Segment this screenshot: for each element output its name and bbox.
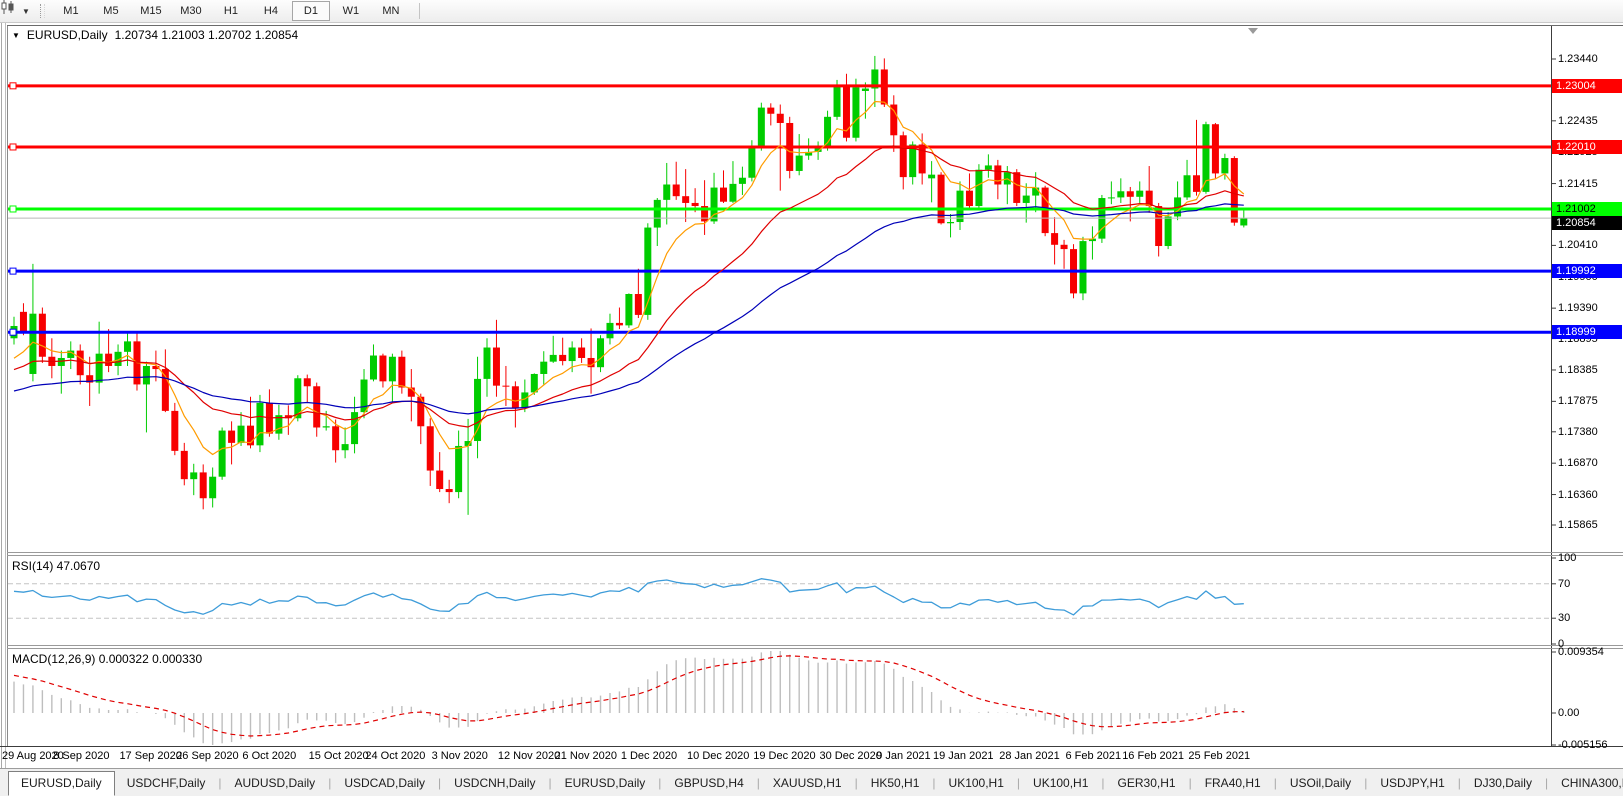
chart-tab-uk100-h1[interactable]: UK100,H1	[937, 772, 1016, 794]
chart-symbol-period: EURUSD,Daily	[26, 28, 108, 42]
timeframe-button-w1[interactable]: W1	[332, 1, 370, 21]
chart-tab-gbpusd-h4[interactable]: GBPUSD,H4	[662, 772, 755, 794]
chart-tab-ger30-h1[interactable]: GER30,H1	[1106, 772, 1188, 794]
chart-tab-fra40-h1[interactable]: FRA40,H1	[1193, 772, 1273, 794]
chart-type-dropdown-caret[interactable]: ▼	[22, 7, 30, 16]
timeframe-button-m1[interactable]: M1	[52, 1, 90, 21]
chart-tab-usoil-daily[interactable]: USOil,Daily	[1278, 772, 1363, 794]
timeframe-button-group: M1 M5 M15 M30 H1 H4 D1 W1 MN	[51, 1, 411, 21]
chart-tab-xauusd-h1[interactable]: XAUUSD,H1	[761, 772, 854, 794]
chart-ohlc-values: 1.20734 1.21003 1.20702 1.20854	[114, 28, 299, 42]
chart-tab-china300-h1[interactable]: CHINA300,H1	[1549, 772, 1623, 794]
timeframe-button-h4[interactable]: H4	[252, 1, 290, 21]
timeframe-button-d1[interactable]: D1	[291, 1, 330, 21]
chart-tab-usdjpy-h1[interactable]: USDJPY,H1	[1368, 772, 1456, 794]
chart-tab-eurusd-daily[interactable]: EURUSD,Daily	[8, 770, 115, 796]
chart-tab-uk100-h1[interactable]: UK100,H1	[1021, 772, 1100, 794]
timeframe-button-h1[interactable]: H1	[212, 1, 250, 21]
timeframe-button-m5[interactable]: M5	[92, 1, 130, 21]
chart-tab-audusd-daily[interactable]: AUDUSD,Daily	[223, 772, 328, 794]
chart-tab-hk50-h1[interactable]: HK50,H1	[859, 772, 932, 794]
toolbar: ▼ M1 M5 M15 M30 H1 H4 D1 W1 MN	[0, 0, 1623, 23]
chart-tab-dj30-daily[interactable]: DJ30,Daily	[1462, 772, 1544, 794]
toolbar-grip	[39, 4, 45, 18]
chart-tab-eurusd-daily[interactable]: EURUSD,Daily	[553, 772, 658, 794]
price-chart-canvas[interactable]	[0, 0, 1623, 796]
chart-tab-usdcad-daily[interactable]: USDCAD,Daily	[332, 772, 437, 794]
timeframe-button-m15[interactable]: M15	[132, 1, 170, 21]
timeframe-button-mn[interactable]: MN	[372, 1, 410, 21]
chart-tab-usdchf-daily[interactable]: USDCHF,Daily	[115, 772, 218, 794]
candlestick-chart-icon[interactable]	[1, 0, 21, 19]
toolbar-separator	[418, 3, 420, 19]
timeframe-button-m30[interactable]: M30	[172, 1, 210, 21]
chart-tab-usdcnh-daily[interactable]: USDCNH,Daily	[442, 772, 547, 794]
chart-tab-bar: EURUSD,Daily USDCHF,Daily | AUDUSD,Daily | US…	[0, 768, 1623, 796]
chart-menu-icon[interactable]: ▼	[12, 31, 20, 40]
chart-title: ▼ EURUSD,Daily 1.20734 1.21003 1.20702 1…	[12, 28, 298, 42]
